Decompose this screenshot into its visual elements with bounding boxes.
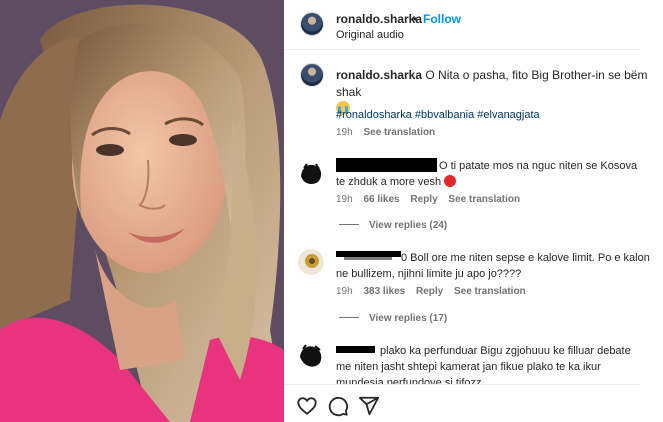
- reply-button[interactable]: Reply: [410, 194, 437, 205]
- comment-meta: 19h 383 likes Reply See translation: [336, 286, 526, 297]
- comment-time[interactable]: 19h: [336, 194, 353, 205]
- comment-time[interactable]: 19h: [336, 286, 353, 297]
- redacted-username: [336, 158, 437, 172]
- commenter-avatar[interactable]: [298, 343, 324, 369]
- comments-panel: ronaldo.sharka • Follow Original audio r…: [284, 0, 663, 422]
- heart-icon[interactable]: [296, 395, 318, 417]
- caption-hashtags[interactable]: #ronaldosharka #bbvalbania #elvanagjata: [336, 109, 540, 121]
- audio-label[interactable]: Original audio: [336, 29, 404, 41]
- comment-text-line: te zhduk a more vesh: [336, 174, 457, 190]
- see-translation-button[interactable]: See translation: [448, 194, 520, 205]
- comment-text-line: mundesia perfundove si tifozz: [336, 377, 482, 384]
- comment-text-line-2: te zhduk a more vesh: [336, 176, 442, 188]
- divider-line: [339, 224, 359, 225]
- author-username[interactable]: ronaldo.sharka: [336, 12, 422, 26]
- comment-meta: 19h 66 likes Reply See translation: [336, 194, 520, 205]
- action-bar: [284, 384, 640, 422]
- author-avatar[interactable]: [300, 12, 324, 36]
- video-frame-image: [0, 0, 284, 422]
- view-replies-button[interactable]: View replies (24): [339, 220, 447, 231]
- comment-text-line: O ti patate mos na nguc niten se Kosova: [439, 160, 638, 172]
- view-replies-label[interactable]: View replies (24): [369, 220, 447, 231]
- comment-text-line: me niten jasht shtepi kamerat jan fikue …: [336, 361, 601, 373]
- post-header: ronaldo.sharka • Follow Original audio: [284, 0, 640, 50]
- share-icon[interactable]: [358, 395, 380, 417]
- comment-text-line: 0 Boll ore me niten sepse e kalove limit…: [401, 252, 650, 264]
- caption-username[interactable]: ronaldo.sharka: [336, 68, 422, 82]
- see-translation-button[interactable]: See translation: [454, 286, 526, 297]
- caption-time[interactable]: 19h: [336, 127, 353, 138]
- comment-text-line: ne bullizem, njihni limite ju apo jo????: [336, 268, 522, 280]
- divider-line: [339, 317, 359, 318]
- commenter-avatar[interactable]: [298, 249, 324, 275]
- view-replies-button[interactable]: View replies (17): [339, 313, 447, 324]
- redacted-username-tail: [344, 257, 392, 260]
- caption-meta: 19h See translation: [336, 127, 435, 138]
- follow-button[interactable]: Follow: [423, 12, 461, 26]
- caption-author-avatar[interactable]: [300, 63, 324, 87]
- comment-text-line: plako ka perfunduar Bigu zgjohuuu ke fil…: [380, 345, 631, 357]
- separator-dot: •: [413, 12, 418, 26]
- view-replies-label[interactable]: View replies (17): [369, 313, 447, 324]
- post-media-video[interactable]: [0, 0, 284, 422]
- caption-see-translation[interactable]: See translation: [363, 127, 435, 138]
- commenter-avatar[interactable]: [298, 160, 324, 186]
- redacted-username: [336, 346, 375, 353]
- comment-likes[interactable]: 383 likes: [363, 286, 405, 297]
- reply-button[interactable]: Reply: [416, 286, 443, 297]
- comment-likes[interactable]: 66 likes: [363, 194, 399, 205]
- comment-icon[interactable]: [327, 395, 349, 417]
- angry-face-icon: [444, 175, 457, 187]
